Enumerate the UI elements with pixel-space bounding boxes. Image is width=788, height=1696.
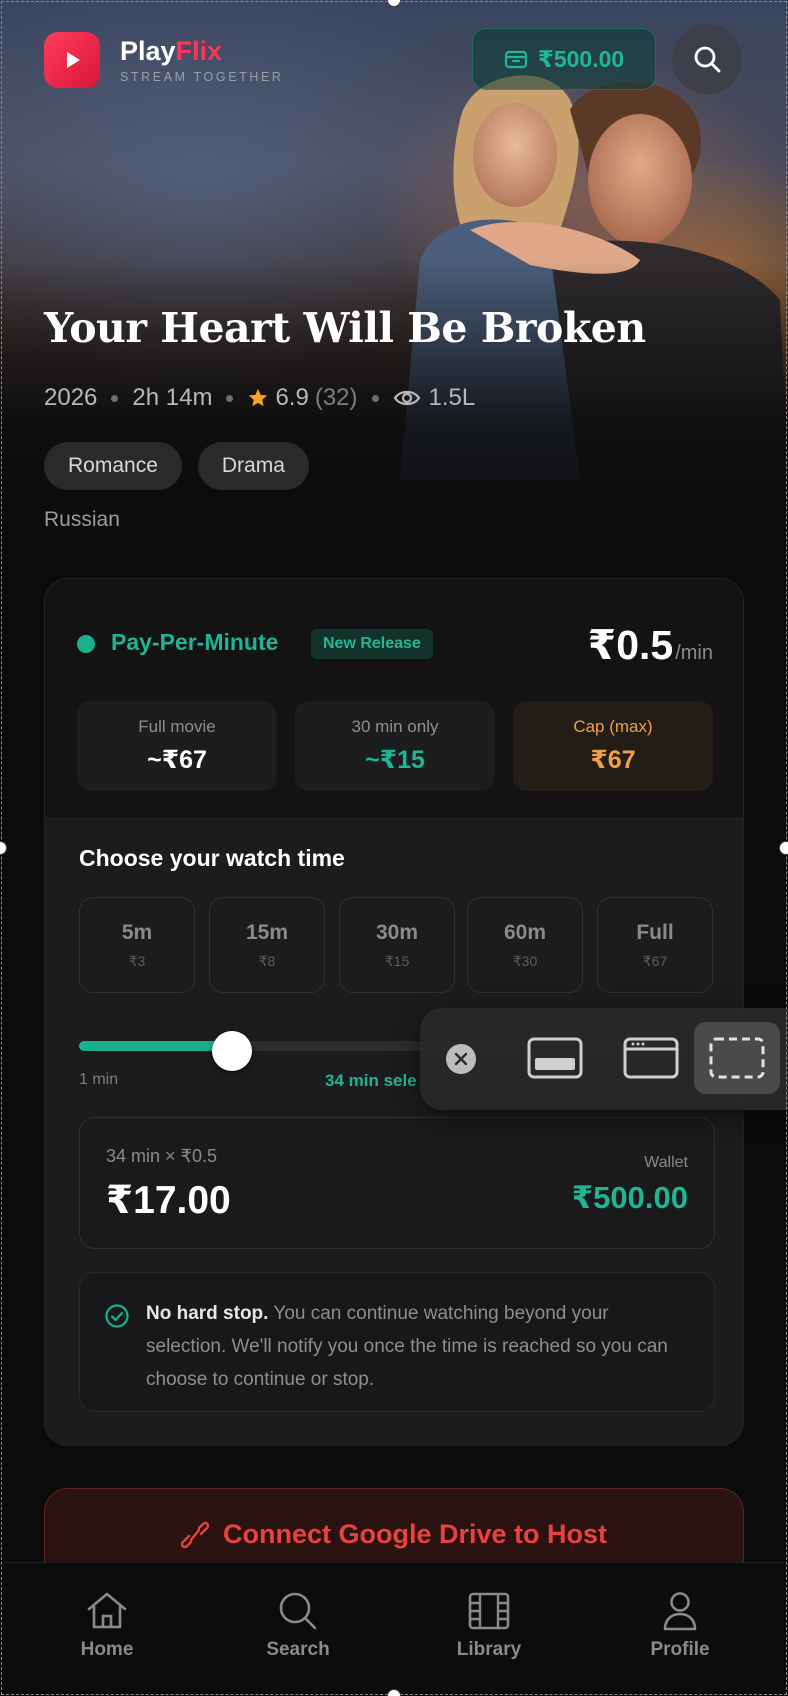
watch-option-15m[interactable]: 15m ₹8 [209, 897, 325, 993]
price-value: ₹0.5 [587, 622, 674, 668]
movie-views: 1.5L [428, 384, 476, 411]
no-hard-stop-note: No hard stop. You can continue watching … [79, 1272, 715, 1412]
rating-count: (32) [314, 384, 358, 411]
nav-label: Search [266, 1639, 330, 1660]
option-minutes: 15m [245, 920, 289, 944]
note-bold: No hard stop. [146, 1303, 269, 1324]
capture-region-icon [709, 1037, 765, 1079]
genre-chip-romance[interactable]: Romance [44, 442, 182, 490]
close-capture-button[interactable] [446, 1044, 476, 1074]
stat-cap-max: Cap (max) ₹67 [513, 701, 713, 791]
option-cost: ₹15 [384, 952, 410, 969]
option-minutes: 60m [503, 920, 547, 944]
check-circle-icon [105, 1304, 129, 1328]
nav-label: Home [80, 1639, 134, 1660]
search-button[interactable] [672, 24, 742, 94]
resize-handle-left[interactable] [0, 841, 7, 855]
status-dot [77, 635, 95, 653]
option-cost: ₹3 [128, 952, 146, 969]
capture-browser-icon [623, 1037, 679, 1079]
meta-separator [371, 394, 379, 402]
watch-option-full[interactable]: Full ₹67 [597, 897, 713, 993]
resize-handle-bottom[interactable] [387, 1689, 401, 1696]
capture-browser-button[interactable] [608, 1022, 694, 1094]
nav-profile[interactable]: Profile [600, 1591, 760, 1661]
search-icon [694, 46, 721, 73]
film-icon [468, 1592, 510, 1630]
slider-min-label: 1 min [79, 1071, 119, 1088]
close-icon [454, 1052, 468, 1066]
movie-duration: 2h 14m [132, 384, 213, 411]
capture-window-button[interactable] [512, 1022, 598, 1094]
slider-selected-label: 34 min sele [325, 1071, 417, 1090]
bottom-navigation: Home Search Library Profile [0, 1562, 788, 1696]
nav-search[interactable]: Search [218, 1591, 378, 1661]
option-cost: ₹8 [258, 952, 276, 969]
stat-value: ₹67 [590, 746, 636, 774]
option-cost: ₹30 [512, 952, 538, 969]
home-icon [87, 1592, 127, 1629]
genre-chip-drama[interactable]: Drama [197, 442, 309, 490]
nav-library[interactable]: Library [409, 1591, 569, 1661]
capture-window-icon [527, 1037, 583, 1079]
note-text: No hard stop. You can continue watching … [146, 1297, 686, 1396]
brand-tagline: STREAM TOGETHER [120, 70, 284, 84]
movie-meta: 2026 2h 14m 6.9 (32) 1.5L [44, 384, 475, 412]
nav-label: Profile [650, 1639, 710, 1660]
app-logo[interactable] [44, 32, 100, 88]
wallet-label: Wallet [644, 1154, 688, 1171]
movie-year: 2026 [44, 384, 98, 411]
movie-rating: 6.9 [275, 384, 309, 411]
watch-option-60m[interactable]: 60m ₹30 [467, 897, 583, 993]
nav-home[interactable]: Home [27, 1591, 187, 1661]
new-release-badge: New Release [311, 629, 433, 659]
stat-label: Full movie [138, 717, 216, 736]
option-cost: ₹67 [642, 952, 668, 969]
wallet-balance-button[interactable]: ₹500.00 [472, 28, 656, 90]
watch-time-heading: Choose your watch time [79, 845, 345, 871]
capture-region-button[interactable] [694, 1022, 780, 1094]
genre-chips: Romance Drama [44, 442, 309, 490]
total-cost: ₹17.00 [106, 1179, 231, 1222]
eye-icon [393, 390, 420, 406]
drive-button-label: Connect Google Drive to Host [222, 1519, 608, 1549]
watch-option-5m[interactable]: 5m ₹3 [79, 897, 195, 993]
resize-handle-right[interactable] [779, 841, 788, 855]
link-icon [180, 1521, 209, 1548]
wallet-icon [504, 50, 527, 69]
cost-summary: 34 min × ₹0.5 ₹17.00 Wallet ₹500.00 [79, 1117, 715, 1249]
movie-title: Your Heart Will Be Broken [44, 304, 646, 352]
option-minutes: 30m [375, 920, 419, 944]
movie-language: Russian [44, 508, 120, 531]
watch-option-30m[interactable]: 30m ₹15 [339, 897, 455, 993]
nav-label: Library [456, 1639, 522, 1660]
meta-separator [226, 394, 234, 402]
stat-value: ~₹15 [365, 746, 425, 774]
play-icon [67, 52, 80, 68]
star-icon [249, 388, 268, 407]
stat-label: Cap (max) [573, 717, 653, 736]
slider-fill [79, 1041, 232, 1051]
price-unit: /min [675, 642, 713, 664]
search-icon [279, 1592, 317, 1630]
price-per-minute: ₹0.5 /min [588, 621, 713, 669]
brand-name: PlayFlix [120, 36, 223, 66]
stat-full-movie: Full movie ~₹67 [77, 701, 277, 791]
wallet-balance: ₹500.00 [537, 45, 625, 72]
option-minutes: 5m [121, 920, 153, 944]
cost-formula: 34 min × ₹0.5 [106, 1146, 218, 1166]
screen-capture-toolbar [420, 1008, 788, 1110]
stat-label: 30 min only [351, 717, 439, 736]
wallet-value: ₹500.00 [571, 1180, 688, 1215]
option-minutes: Full [636, 920, 674, 944]
stat-value: ~₹67 [147, 746, 207, 774]
profile-icon [663, 1592, 697, 1631]
stat-30-min: 30 min only ~₹15 [295, 701, 495, 791]
slider-thumb[interactable] [211, 1031, 252, 1071]
meta-separator [111, 394, 119, 402]
ppm-label: Pay-Per-Minute [111, 629, 279, 655]
pricing-summary: Pay-Per-Minute New Release ₹0.5 /min Ful… [45, 579, 743, 817]
